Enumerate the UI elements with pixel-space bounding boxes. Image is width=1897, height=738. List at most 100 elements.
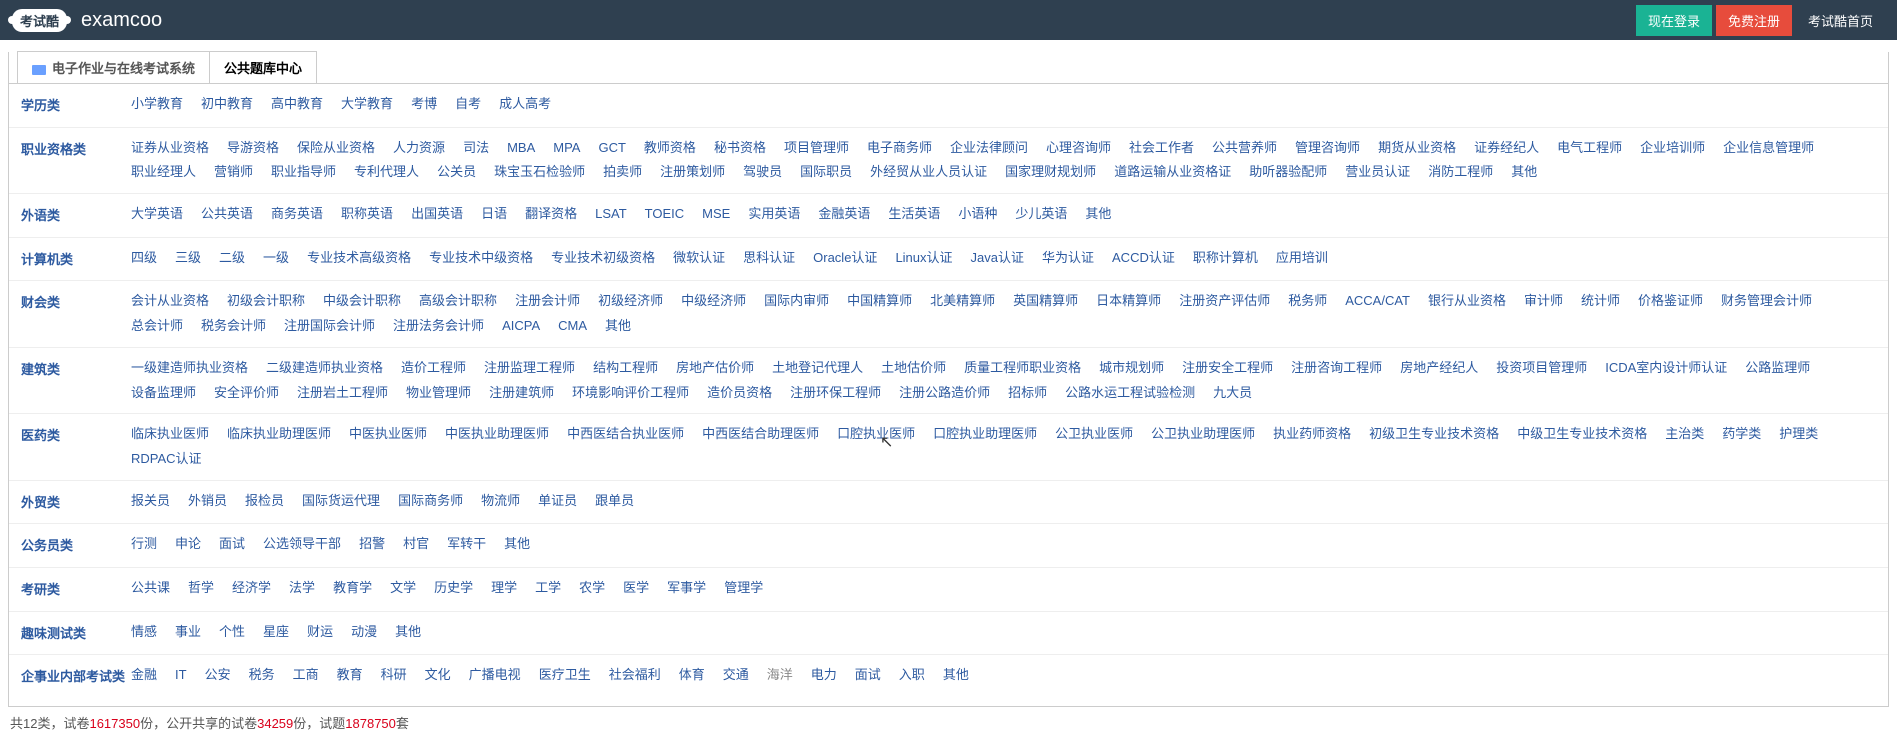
category-link[interactable]: 情感: [131, 620, 157, 647]
category-link[interactable]: 司法: [463, 136, 489, 161]
category-link[interactable]: 翻译资格: [525, 202, 577, 229]
category-link[interactable]: 人力资源: [393, 136, 445, 161]
category-link[interactable]: 电力: [811, 663, 837, 690]
category-link[interactable]: 中医执业医师: [349, 422, 427, 447]
category-link[interactable]: 其他: [1511, 160, 1537, 185]
category-link[interactable]: 入职: [899, 663, 925, 690]
category-link[interactable]: 物业管理师: [406, 381, 471, 406]
category-link[interactable]: 财运: [307, 620, 333, 647]
category-link[interactable]: 国家理财规划师: [1005, 160, 1096, 185]
category-link[interactable]: AICPA: [502, 314, 540, 339]
category-link[interactable]: 安全评价师: [214, 381, 279, 406]
category-link[interactable]: 税务会计师: [201, 314, 266, 339]
category-link[interactable]: 临床执业医师: [131, 422, 209, 447]
category-link[interactable]: 国际内审师: [764, 289, 829, 314]
category-link[interactable]: 导游资格: [227, 136, 279, 161]
category-link[interactable]: 道路运输从业资格证: [1114, 160, 1231, 185]
category-link[interactable]: 其他: [395, 620, 421, 647]
category-link[interactable]: 历史学: [434, 576, 473, 603]
category-link[interactable]: 造价工程师: [401, 356, 466, 381]
category-link[interactable]: 专业技术高级资格: [307, 246, 411, 273]
category-link[interactable]: 公路监理师: [1745, 356, 1810, 381]
category-link[interactable]: 中医执业助理医师: [445, 422, 549, 447]
category-link[interactable]: 高级会计职称: [419, 289, 497, 314]
logo[interactable]: 考试酷 examcoo: [12, 9, 162, 32]
category-link[interactable]: 招警: [359, 532, 385, 559]
category-link[interactable]: 九大员: [1213, 381, 1252, 406]
category-link[interactable]: 土地估价师: [881, 356, 946, 381]
category-name[interactable]: 公务员类: [21, 532, 131, 559]
category-link[interactable]: 金融: [131, 663, 157, 690]
category-link[interactable]: 华为认证: [1042, 246, 1094, 273]
category-link[interactable]: 其他: [605, 314, 631, 339]
category-name[interactable]: 趣味测试类: [21, 620, 131, 647]
category-link[interactable]: 物流师: [481, 489, 520, 516]
category-link[interactable]: CMA: [558, 314, 587, 339]
category-name[interactable]: 财会类: [21, 289, 131, 338]
category-link[interactable]: ACCD认证: [1112, 246, 1175, 273]
category-link[interactable]: 报关员: [131, 489, 170, 516]
category-name[interactable]: 职业资格类: [21, 136, 131, 185]
category-link[interactable]: 护理类: [1779, 422, 1818, 447]
category-link[interactable]: 公路水运工程试验检测: [1065, 381, 1195, 406]
category-link[interactable]: 注册安全工程师: [1182, 356, 1273, 381]
category-link[interactable]: 公共课: [131, 576, 170, 603]
category-link[interactable]: IT: [175, 663, 187, 690]
category-link[interactable]: 公卫执业助理医师: [1151, 422, 1255, 447]
category-link[interactable]: 银行从业资格: [1428, 289, 1506, 314]
category-link[interactable]: 一级建造师执业资格: [131, 356, 248, 381]
category-link[interactable]: 招标师: [1008, 381, 1047, 406]
category-link[interactable]: Linux认证: [895, 246, 952, 273]
category-link[interactable]: TOEIC: [645, 202, 685, 229]
category-link[interactable]: 公共英语: [201, 202, 253, 229]
category-link[interactable]: 注册资产评估师: [1179, 289, 1270, 314]
category-link[interactable]: 项目管理师: [784, 136, 849, 161]
category-name[interactable]: 计算机类: [21, 246, 131, 273]
category-link[interactable]: 价格鉴证师: [1638, 289, 1703, 314]
category-link[interactable]: 驾驶员: [743, 160, 782, 185]
category-link[interactable]: 期货从业资格: [1378, 136, 1456, 161]
category-link[interactable]: 注册岩土工程师: [297, 381, 388, 406]
category-link[interactable]: 注册建筑师: [489, 381, 554, 406]
category-link[interactable]: 出国英语: [411, 202, 463, 229]
category-link[interactable]: 企业培训师: [1640, 136, 1705, 161]
category-link[interactable]: 跟单员: [595, 489, 634, 516]
category-link[interactable]: 结构工程师: [593, 356, 658, 381]
category-link[interactable]: ACCA/CAT: [1345, 289, 1410, 314]
category-link[interactable]: 北美精算师: [930, 289, 995, 314]
category-link[interactable]: 单证员: [538, 489, 577, 516]
category-link[interactable]: 个性: [219, 620, 245, 647]
category-link[interactable]: 注册策划师: [660, 160, 725, 185]
category-link[interactable]: 城市规划师: [1099, 356, 1164, 381]
category-link[interactable]: 外销员: [188, 489, 227, 516]
category-link[interactable]: 三级: [175, 246, 201, 273]
category-link[interactable]: 国际商务师: [398, 489, 463, 516]
category-name[interactable]: 考研类: [21, 576, 131, 603]
category-link[interactable]: 秘书资格: [714, 136, 766, 161]
category-link[interactable]: 面试: [219, 532, 245, 559]
category-link[interactable]: 初级经济师: [598, 289, 663, 314]
category-link[interactable]: LSAT: [595, 202, 627, 229]
category-link[interactable]: 土地登记代理人: [772, 356, 863, 381]
category-link[interactable]: 职业指导师: [271, 160, 336, 185]
category-name[interactable]: 学历类: [21, 92, 131, 119]
category-link[interactable]: 中西医结合执业医师: [567, 422, 684, 447]
category-link[interactable]: 村官: [403, 532, 429, 559]
category-link[interactable]: 大学教育: [341, 92, 393, 119]
category-link[interactable]: 管理学: [724, 576, 763, 603]
category-link[interactable]: 哲学: [188, 576, 214, 603]
category-link[interactable]: 行测: [131, 532, 157, 559]
category-link[interactable]: 税务: [249, 663, 275, 690]
category-link[interactable]: 注册环保工程师: [790, 381, 881, 406]
category-link[interactable]: 广播电视: [469, 663, 521, 690]
category-link[interactable]: 医学: [623, 576, 649, 603]
category-link[interactable]: 心理咨询师: [1046, 136, 1111, 161]
category-link[interactable]: 其他: [943, 663, 969, 690]
tab-public-bank[interactable]: 公共题库中心: [209, 51, 317, 83]
category-link[interactable]: 日本精算师: [1096, 289, 1161, 314]
category-link[interactable]: 交通: [723, 663, 749, 690]
category-link[interactable]: ICDA室内设计师认证: [1605, 356, 1727, 381]
category-link[interactable]: Oracle认证: [813, 246, 877, 273]
category-link[interactable]: 初级卫生专业技术资格: [1369, 422, 1499, 447]
category-link[interactable]: 企业信息管理师: [1723, 136, 1814, 161]
